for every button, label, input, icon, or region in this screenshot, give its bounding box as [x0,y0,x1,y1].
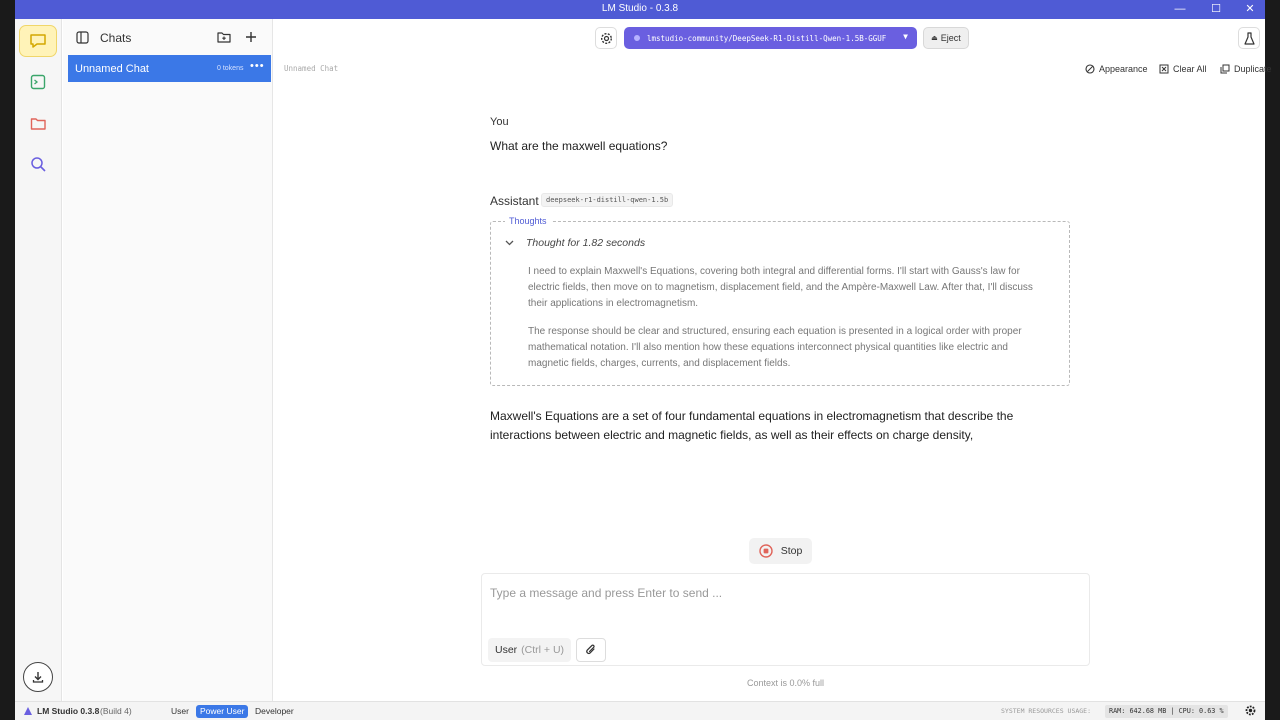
attach-button[interactable] [576,638,606,662]
models-nav-button[interactable] [19,107,57,139]
thought-summary: Thought for 1.82 seconds [526,237,646,249]
copy-icon [1220,64,1230,74]
developer-nav-button[interactable] [19,66,57,98]
chat-main: lmstudio-community/DeepSeek-R1-Distill-Q… [273,19,1272,701]
thoughts-label: Thoughts [505,216,551,226]
paperclip-icon [586,644,595,654]
clear-icon [1159,64,1169,74]
thought-paragraph: The response should be clear and structu… [528,326,1022,369]
chats-sidebar: Chats Unnamed Chat 0 tokens ••• [63,19,273,701]
model-name: lmstudio-community/DeepSeek-R1-Distill-Q… [647,33,887,43]
discover-nav-button[interactable] [19,148,57,180]
chat-item-tokens: 0 tokens [217,65,244,72]
nav-rail [15,19,62,701]
mode-developer-button[interactable]: Developer [251,705,298,718]
chat-list-item[interactable]: Unnamed Chat 0 tokens ••• [68,55,271,82]
chat-item-name: Unnamed Chat [75,63,149,75]
eject-icon: ⏏ [931,35,938,42]
assistant-answer: Maxwell's Equations are a set of four fu… [490,409,1014,442]
mode-user-button[interactable]: User [167,705,193,718]
chat-title: Unnamed Chat [284,64,339,73]
role-toggle-button[interactable]: User (Ctrl + U) [488,638,572,662]
chat-item-menu-button[interactable]: ••• [250,60,265,72]
plus-icon [246,32,256,42]
folder-icon [30,117,46,130]
terminal-icon [30,74,46,90]
settings-button[interactable] [595,27,617,49]
composer: User (Ctrl + U) [481,573,1090,666]
thought-paragraph: I need to explain Maxwell's Equations, c… [528,266,1033,309]
stop-label: Stop [780,545,803,557]
flask-icon [1243,31,1255,45]
app-logo-icon [23,706,33,718]
download-icon [32,672,44,683]
model-selector[interactable]: lmstudio-community/DeepSeek-R1-Distill-Q… [624,27,917,49]
duplicate-button[interactable]: Duplicate [1220,64,1272,74]
thought-toggle[interactable]: Thought for 1.82 seconds [505,237,645,249]
status-bar: LM Studio 0.3.8 (Build 4) User Power Use… [15,701,1265,720]
user-message: What are the maxwell equations? [490,139,668,153]
top-bar: lmstudio-community/DeepSeek-R1-Distill-Q… [273,19,1265,55]
assistant-label: Assistant [490,194,539,208]
message-input[interactable] [490,583,1070,603]
chat-nav-button[interactable] [19,25,57,57]
assistant-model-tag: deepseek-r1-distill-qwen-1.5b [541,193,674,207]
eject-button[interactable]: ⏏ Eject [923,27,969,49]
downloads-button[interactable] [23,662,53,692]
folder-plus-icon [217,32,231,43]
eject-label: Eject [940,33,961,43]
chats-title: Chats [100,31,132,45]
new-folder-button[interactable] [215,28,233,46]
stop-button[interactable]: Stop [749,538,812,564]
lab-button[interactable] [1238,27,1260,49]
gear-icon [600,32,612,44]
stop-icon [758,544,773,558]
role-label: User [495,644,518,656]
context-usage: Context is 0.0% full [747,678,825,688]
appearance-button[interactable]: Appearance [1085,64,1148,74]
maximize-button[interactable]: ☐ [1199,0,1233,19]
mode-power-user-button[interactable]: Power User [196,705,249,718]
app-window: LM Studio - 0.3.8 — ☐ ✕ Chats Unnamed Ch… [15,0,1272,720]
thoughts-panel: Thoughts Thought for 1.82 seconds I need… [490,216,1070,386]
clear-all-label: Clear All [1173,64,1207,74]
clear-all-button[interactable]: Clear All [1159,64,1207,74]
toggle-sidebar-button[interactable] [73,28,91,46]
app-version: LM Studio 0.3.8 [37,706,100,716]
chevron-down-icon: ▼ [903,32,908,41]
gear-icon [1245,705,1256,716]
chevron-down-icon [505,240,514,246]
appearance-label: Appearance [1099,64,1148,74]
user-message-label: You [490,116,509,128]
search-icon [30,156,46,172]
resources-usage: RAM: 642.68 MB | CPU: 0.63 % [1105,705,1228,718]
palette-icon [1085,64,1095,74]
new-chat-button[interactable] [242,28,260,46]
close-button[interactable]: ✕ [1233,0,1267,19]
role-shortcut: (Ctrl + U) [521,644,565,656]
title-bar: LM Studio - 0.3.8 — ☐ ✕ [15,0,1265,19]
chat-bubble-icon [30,34,46,48]
settings-gear-button[interactable] [1245,705,1256,718]
model-dot-icon [634,35,640,41]
duplicate-label: Duplicate [1234,64,1272,74]
minimize-button[interactable]: — [1163,0,1197,19]
app-build: (Build 4) [100,706,132,716]
chats-header: Chats [63,19,273,55]
resources-label: SYSTEM RESOURCES USAGE: [1001,707,1092,715]
sidebar-icon [75,30,89,44]
window-title: LM Studio - 0.3.8 [601,3,679,14]
